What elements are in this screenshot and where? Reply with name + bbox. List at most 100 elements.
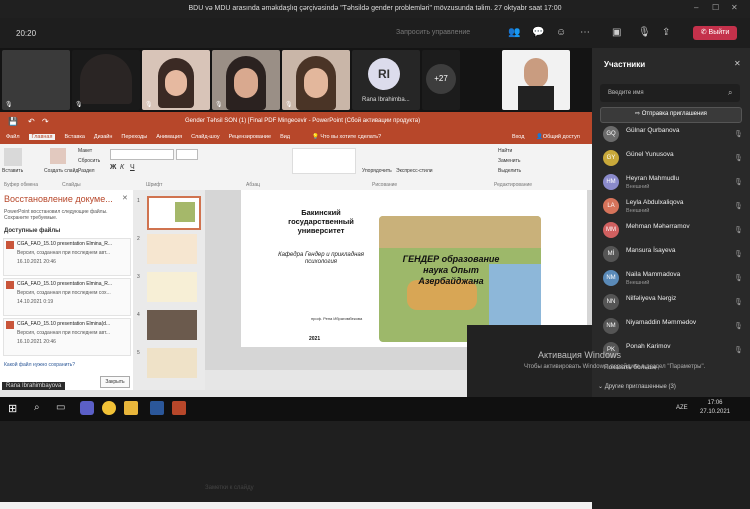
more-icon[interactable]: ⋯: [580, 27, 590, 38]
ribbon-tab[interactable]: Анимация: [156, 134, 182, 140]
chat-icon[interactable]: 💬: [532, 27, 544, 38]
save-icon[interactable]: 💾: [8, 117, 18, 126]
recovered-file-item[interactable]: CGA_FAO_15.10 presentation Elmina_R... Ве…: [3, 238, 131, 276]
other-invites-toggle[interactable]: ⌄ Другие приглашенные (3): [598, 383, 676, 390]
close-pane-icon[interactable]: ✕: [122, 194, 128, 202]
recovered-file-item[interactable]: CGA_FAO_15.10 presentation Elmina_R... Ве…: [3, 278, 131, 316]
teams-icon[interactable]: [80, 401, 94, 415]
people-icon[interactable]: 👥: [508, 27, 520, 38]
avatar: LA: [603, 198, 619, 214]
slide-thumbnail[interactable]: [147, 196, 201, 230]
section-button[interactable]: Раздел: [78, 168, 95, 174]
language-indicator[interactable]: AZE: [676, 405, 688, 411]
font-size-select[interactable]: [176, 149, 198, 160]
select-button[interactable]: Выделить: [498, 168, 521, 174]
layout-button[interactable]: Макет: [78, 148, 92, 154]
clock-date[interactable]: 27.10.2021: [694, 409, 736, 415]
slide-number: 3: [137, 274, 140, 280]
video-tile-initials[interactable]: RI Rana Ibrahimba...: [352, 50, 420, 110]
request-control-button[interactable]: Запросить управление: [396, 29, 470, 36]
window-title-bar: BDU və MDU arasında əməkdaşlıq çərçivəsi…: [0, 0, 750, 18]
participant-row[interactable]: HM Heyran Mahmudlu Внешний 🎙: [600, 172, 748, 194]
recovered-file-item[interactable]: CGA_FAO_15.10 presentation Elmina(d... Ве…: [3, 318, 131, 356]
close-panel-icon[interactable]: ✕: [734, 59, 741, 68]
participant-row[interactable]: NN Nilfəliyeva Nərgiz 🎙: [600, 292, 748, 314]
powerpoint-icon[interactable]: [172, 401, 186, 415]
camera-off-icon[interactable]: ▣: [612, 27, 621, 38]
replace-button[interactable]: Заменить: [498, 158, 520, 164]
ribbon-tab[interactable]: Вставка: [64, 134, 84, 140]
explorer-icon[interactable]: [124, 401, 138, 415]
shapes-gallery[interactable]: [292, 148, 356, 174]
send-invite-button[interactable]: ⇨ Отправка приглашения: [600, 107, 742, 123]
ribbon-tab[interactable]: Дизайн: [94, 134, 113, 140]
arrange-button[interactable]: Упорядочить: [362, 168, 392, 174]
ribbon-tab[interactable]: Вид: [280, 134, 290, 140]
slide-thumbnail[interactable]: [147, 272, 197, 302]
ribbon-tab[interactable]: Рецензирование: [229, 134, 271, 140]
participant-row[interactable]: LA Leyla Abdulxaliqova Внешний 🎙: [600, 196, 748, 218]
which-file-link[interactable]: Какой файл нужно сохранить?: [4, 362, 75, 368]
participant-row[interactable]: NM Niyamaddin Məmmədov 🎙: [600, 316, 748, 338]
close-icon[interactable]: ✕: [731, 3, 738, 12]
task-view-icon[interactable]: ▭: [56, 402, 65, 413]
new-slide-button[interactable]: Создать слайд: [44, 168, 78, 174]
mic-off-icon[interactable]: 🎙: [638, 27, 651, 38]
share-button[interactable]: 👤Общий доступ: [536, 134, 580, 140]
chrome-icon[interactable]: [102, 401, 116, 415]
video-tile[interactable]: 🎙: [72, 50, 140, 110]
participant-row[interactable]: NM Naila Mammadova Внешний 🎙: [600, 268, 748, 290]
close-recovery-button[interactable]: Закрыть: [100, 376, 130, 388]
slide-university: Бакинский государственный университет: [288, 208, 354, 235]
find-button[interactable]: Найти: [498, 148, 512, 154]
participant-subtitle: Внешний: [626, 208, 650, 214]
avatar: HM: [603, 174, 619, 190]
reactions-icon[interactable]: ☺: [556, 27, 566, 38]
ribbon-tab[interactable]: Файл: [6, 134, 20, 140]
notes-bar[interactable]: Заметки к слайду: [205, 485, 485, 497]
video-tile[interactable]: 🎙: [212, 50, 280, 110]
maximize-icon[interactable]: ☐: [712, 3, 719, 12]
participant-row[interactable]: Mİ Mansura İsayeva 🎙: [600, 244, 748, 266]
leave-phone-icon: ✆: [700, 29, 709, 36]
italic-icon[interactable]: К: [120, 164, 124, 171]
ribbon-tab[interactable]: Переходы: [121, 134, 147, 140]
underline-icon[interactable]: Ч: [130, 164, 135, 171]
clock-time[interactable]: 17:06: [700, 400, 730, 406]
ribbon-tab[interactable]: Главная: [28, 134, 56, 140]
sign-in-link[interactable]: Вход: [512, 134, 524, 140]
pptx-file-icon: [6, 241, 14, 249]
paste-button[interactable]: Вставить: [2, 168, 23, 174]
slide-thumbnail[interactable]: [147, 310, 197, 340]
windows-start-icon[interactable]: ⊞: [8, 402, 17, 415]
quick-styles-button[interactable]: Экспресс-стили: [396, 168, 433, 174]
video-tile[interactable]: 🎙: [282, 50, 350, 110]
word-icon[interactable]: [150, 401, 164, 415]
overflow-tile[interactable]: +27: [422, 50, 460, 110]
bold-icon[interactable]: Ж: [110, 164, 116, 171]
tell-me-box[interactable]: 💡 Что вы хотите сделать?: [312, 134, 381, 140]
video-tile[interactable]: 🎙: [142, 50, 210, 110]
current-slide[interactable]: Бакинский государственный университет Ка…: [241, 190, 587, 347]
redo-icon[interactable]: ↷: [42, 117, 49, 126]
video-tile[interactable]: [502, 50, 570, 110]
participant-row[interactable]: GY Günel Yunusova 🎙: [600, 148, 748, 170]
file-desc: Версия, созданная при последнем авт...: [17, 250, 111, 256]
slide-thumbnail[interactable]: [147, 234, 197, 264]
participant-row[interactable]: GQ Gülnar Qurbanova 🎙: [600, 124, 748, 146]
minimize-icon[interactable]: –: [694, 3, 698, 12]
ribbon-tab[interactable]: Слайд-шоу: [191, 134, 220, 140]
search-icon[interactable]: ⌕: [34, 402, 40, 413]
participant-name: Rana Ibrahimba...: [362, 97, 410, 103]
participant-row[interactable]: PK Ponah Karimov 🎙: [600, 340, 748, 362]
font-family-select[interactable]: [110, 149, 174, 160]
leave-button[interactable]: ✆ Выйти: [693, 26, 737, 40]
share-icon[interactable]: ⇪: [662, 27, 670, 38]
participant-search-input[interactable]: Введите имя: [600, 84, 740, 102]
participant-subtitle: Внешний: [626, 184, 650, 190]
reset-button[interactable]: Сбросить: [78, 158, 100, 164]
video-tile[interactable]: 🎙: [2, 50, 70, 110]
slide-thumbnail[interactable]: [147, 348, 197, 378]
participant-row[interactable]: MM Mehman Məhərramov 🎙: [600, 220, 748, 242]
undo-icon[interactable]: ↶: [28, 117, 35, 126]
